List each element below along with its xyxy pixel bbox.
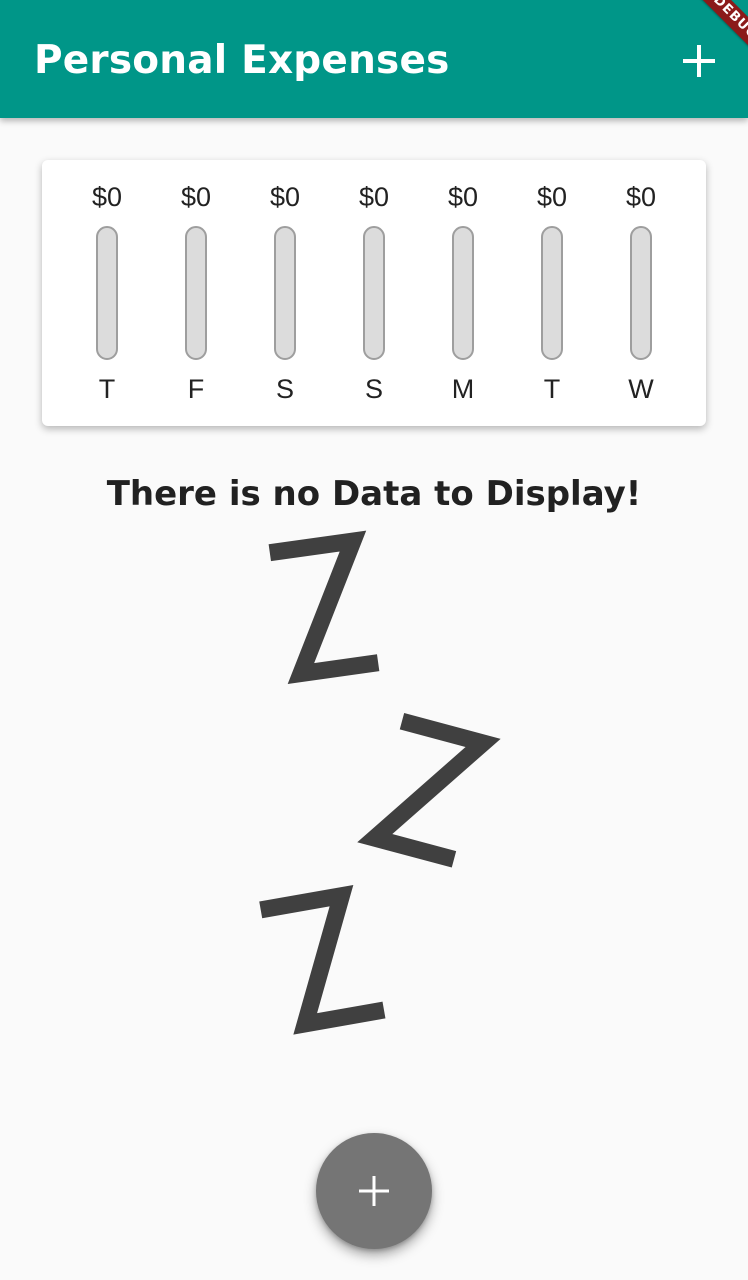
chart-bar-day-label: S bbox=[364, 374, 383, 404]
chart-bar-amount: $0 bbox=[358, 182, 390, 212]
chart-bar-amount: $0 bbox=[536, 182, 568, 212]
app-title: Personal Expenses bbox=[34, 38, 450, 83]
chart-bar-amount: $0 bbox=[180, 182, 212, 212]
chart-bar-track bbox=[96, 226, 118, 360]
chart-bar-day-label: M bbox=[451, 374, 475, 404]
chart-bar-amount: $0 bbox=[269, 182, 301, 212]
chart-bar-amount: $0 bbox=[91, 182, 123, 212]
chart-bar-column: $0 F bbox=[161, 160, 231, 426]
chart-bar-track bbox=[274, 226, 296, 360]
chart-bar-day-label: T bbox=[98, 374, 116, 404]
plus-icon bbox=[683, 45, 715, 77]
add-transaction-fab[interactable] bbox=[316, 1133, 432, 1249]
chart-bar-column: $0 T bbox=[517, 160, 587, 426]
plus-icon bbox=[359, 1176, 389, 1206]
chart-bar-column: $0 S bbox=[250, 160, 320, 426]
chart-bar-column: $0 S bbox=[339, 160, 409, 426]
chart-bars: $0 T $0 F $0 S $0 S $0 M $0 T $0 W bbox=[42, 160, 706, 426]
chart-bar-track bbox=[363, 226, 385, 360]
app-bar: Personal Expenses bbox=[0, 0, 748, 118]
empty-state-message: There is no Data to Display! bbox=[106, 474, 642, 514]
chart-bar-track bbox=[452, 226, 474, 360]
chart-bar-day-label: S bbox=[275, 374, 294, 404]
chart-bar-track bbox=[185, 226, 207, 360]
chart-bar-column: $0 M bbox=[428, 160, 498, 426]
chart-bar-day-label: T bbox=[543, 374, 561, 404]
chart-bar-column: $0 T bbox=[72, 160, 142, 426]
chart-bar-track bbox=[630, 226, 652, 360]
chart-bar-amount: $0 bbox=[625, 182, 657, 212]
chart-bar-day-label: W bbox=[628, 374, 654, 404]
chart-bar-amount: $0 bbox=[447, 182, 479, 212]
chart-bar-track bbox=[541, 226, 563, 360]
sleeping-zzz-icon bbox=[259, 530, 501, 1035]
add-transaction-button[interactable] bbox=[672, 34, 726, 88]
chart-bar-column: $0 W bbox=[606, 160, 676, 426]
weekly-chart-card: $0 T $0 F $0 S $0 S $0 M $0 T $0 W bbox=[42, 160, 706, 426]
chart-bar-day-label: F bbox=[187, 374, 205, 404]
